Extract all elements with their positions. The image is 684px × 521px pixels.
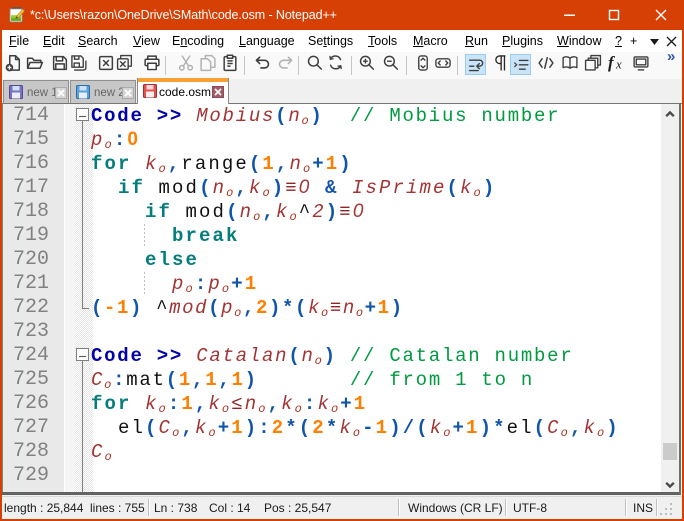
svg-text:x: x [615,57,622,71]
svg-text:f: f [608,54,616,72]
